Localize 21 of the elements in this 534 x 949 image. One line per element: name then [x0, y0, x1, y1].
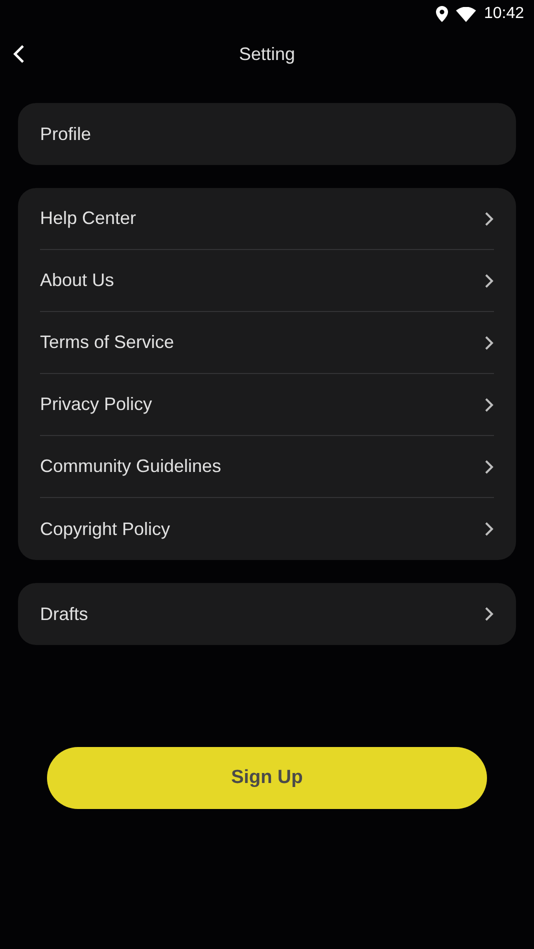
settings-item[interactable]: Community Guidelines — [40, 456, 222, 477]
location-icon — [436, 6, 448, 22]
wifi-icon — [456, 6, 476, 22]
chevron-right-icon — [484, 334, 494, 350]
settings-item[interactable]: Privacy Policy — [40, 394, 152, 415]
settings-item[interactable]: Drafts — [40, 604, 88, 624]
settings-item[interactable]: About Us — [40, 270, 114, 291]
chevron-right-icon — [484, 521, 494, 537]
chevron-right-icon — [484, 210, 494, 226]
back-icon[interactable] — [12, 43, 26, 65]
clock: 10:42 — [484, 5, 524, 23]
chevron-right-icon — [484, 396, 494, 412]
settings-item[interactable]: Terms of Service — [40, 332, 174, 353]
chevron-right-icon — [484, 458, 494, 474]
sign-up-button[interactable]: Sign Up — [47, 747, 487, 809]
settings-item[interactable]: Help Center — [40, 208, 136, 229]
screen-title: Setting — [238, 44, 296, 64]
settings-item[interactable]: Copyright Policy — [40, 518, 170, 540]
chevron-right-icon — [484, 606, 494, 622]
chevron-right-icon — [484, 272, 494, 288]
settings-item[interactable]: Profile — [40, 124, 92, 144]
